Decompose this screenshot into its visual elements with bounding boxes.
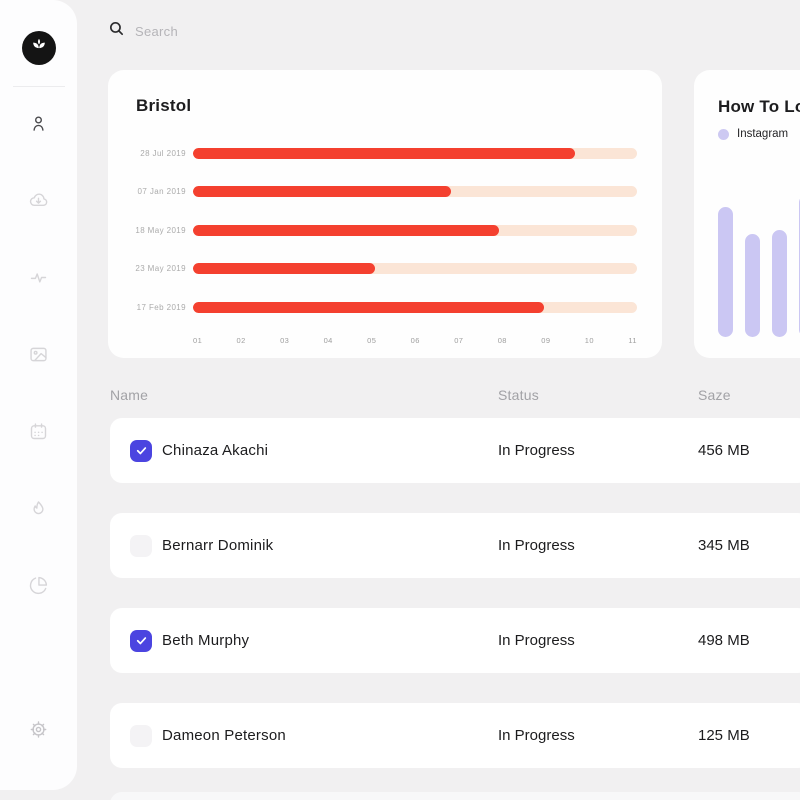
cell-size: 456 MB: [698, 442, 750, 459]
search-placeholder: Search: [135, 24, 178, 39]
calendar-icon: [28, 421, 49, 447]
chart-legend: Instagram: [718, 128, 800, 140]
bar-fill: [193, 148, 575, 159]
cell-size: 345 MB: [698, 537, 750, 554]
row-checkbox[interactable]: [130, 535, 152, 557]
sidebar-item-activity[interactable]: [0, 241, 77, 318]
search-icon: [108, 20, 125, 42]
bar-category-label: 28 Jul 2019: [128, 149, 186, 158]
bristol-chart-card: Bristol 28 Jul 2019 07 Jan 2019 18 May 201…: [108, 70, 662, 358]
sidebar-item-flame[interactable]: [0, 472, 77, 549]
sprout-logo-icon: [29, 36, 49, 61]
table-row[interactable]: Chinaza Akachi In Progress 456 MB: [110, 418, 800, 483]
sidebar-item-cloud-download[interactable]: [0, 164, 77, 241]
check-icon: [135, 634, 148, 647]
bar-fill: [193, 186, 451, 197]
user-icon: [28, 113, 49, 139]
cell-status: In Progress: [498, 537, 575, 554]
app-root: Search Bristol 28 Jul 2019 07 Jan 2019 18 …: [0, 0, 800, 800]
x-axis-tick: 01: [193, 336, 202, 345]
row-checkbox[interactable]: [130, 630, 152, 652]
column-header-name: Name: [110, 387, 148, 403]
activity-icon: [28, 267, 49, 293]
x-axis-tick: 06: [411, 336, 420, 345]
column-header-size: Saze: [698, 387, 731, 403]
cell-status: In Progress: [498, 442, 575, 459]
bristol-card-title: Bristol: [136, 96, 637, 116]
bar-track: [193, 148, 637, 159]
next-table-row-peek: [110, 792, 800, 800]
bar-row: 17 Feb 2019: [128, 288, 637, 327]
x-axis-tick: 07: [454, 336, 463, 345]
sidebar-item-pie-chart[interactable]: [0, 549, 77, 626]
legend-label: Instagram: [737, 128, 788, 140]
table-body: Chinaza Akachi In Progress 456 MB Bernarr D…: [110, 418, 800, 798]
cell-size: 498 MB: [698, 632, 750, 649]
cell-name: Chinaza Akachi: [162, 442, 268, 459]
table-row[interactable]: Bernarr Dominik In Progress 345 MB: [110, 513, 800, 578]
instagram-bar-chart: [718, 195, 800, 337]
x-axis-tick: 03: [280, 336, 289, 345]
row-checkbox[interactable]: [130, 440, 152, 462]
bar-row: 28 Jul 2019: [128, 134, 637, 173]
bar-category-label: 23 May 2019: [128, 264, 186, 273]
cell-name: Dameon Peterson: [162, 727, 286, 744]
bar-row: 23 May 2019: [128, 250, 637, 289]
vertical-bar: [772, 230, 787, 337]
gear-icon: [28, 719, 49, 745]
sidebar-nav: [0, 87, 77, 626]
bar-category-label: 18 May 2019: [128, 226, 186, 235]
bar-track: [193, 225, 637, 236]
bar-track: [193, 302, 637, 313]
sidebar-item-user[interactable]: [0, 87, 77, 164]
cell-name: Beth Murphy: [162, 632, 249, 649]
cell-status: In Progress: [498, 632, 575, 649]
instagram-card-title: How To Lo: [718, 97, 800, 117]
bar-row: 07 Jan 2019: [128, 173, 637, 212]
flame-icon: [28, 498, 49, 524]
check-icon: [135, 444, 148, 457]
pie-chart-icon: [28, 575, 49, 601]
bar-fill: [193, 263, 375, 274]
table-row[interactable]: Beth Murphy In Progress 498 MB: [110, 608, 800, 673]
x-axis-tick: 05: [367, 336, 376, 345]
bar-row: 18 May 2019: [128, 211, 637, 250]
column-header-status: Status: [498, 387, 539, 403]
sidebar-item-calendar[interactable]: [0, 395, 77, 472]
x-axis-tick: 02: [237, 336, 246, 345]
sidebar-item-settings[interactable]: [0, 693, 77, 770]
image-icon: [28, 344, 49, 370]
bar-category-label: 07 Jan 2019: [128, 187, 186, 196]
vertical-bar: [718, 207, 733, 337]
cell-size: 125 MB: [698, 727, 750, 744]
x-axis-tick: 11: [628, 336, 637, 345]
cell-status: In Progress: [498, 727, 575, 744]
bristol-x-axis: 01 02 03 04 05 06 07 08 09 10 11: [193, 336, 637, 345]
cell-name: Bernarr Dominik: [162, 537, 273, 554]
bar-fill: [193, 302, 544, 313]
sidebar: [0, 0, 77, 790]
bar-track: [193, 263, 637, 274]
x-axis-tick: 10: [585, 336, 594, 345]
row-checkbox[interactable]: [130, 725, 152, 747]
search-input[interactable]: Search: [108, 16, 408, 46]
bar-category-label: 17 Feb 2019: [128, 303, 186, 312]
instagram-chart-card: How To Lo Instagram: [694, 70, 800, 358]
sidebar-item-image[interactable]: [0, 318, 77, 395]
bristol-bar-chart: 28 Jul 2019 07 Jan 2019 18 May 2019 23 May …: [128, 134, 637, 327]
table-row[interactable]: Dameon Peterson In Progress 125 MB: [110, 703, 800, 768]
app-logo[interactable]: [22, 31, 56, 65]
bar-track: [193, 186, 637, 197]
table-header: Name Status Saze: [110, 387, 800, 405]
vertical-bar: [745, 234, 760, 337]
x-axis-tick: 09: [541, 336, 550, 345]
x-axis-tick: 08: [498, 336, 507, 345]
cloud-download-icon: [28, 190, 49, 216]
bar-fill: [193, 225, 499, 236]
x-axis-tick: 04: [324, 336, 333, 345]
legend-dot-icon: [718, 129, 729, 140]
